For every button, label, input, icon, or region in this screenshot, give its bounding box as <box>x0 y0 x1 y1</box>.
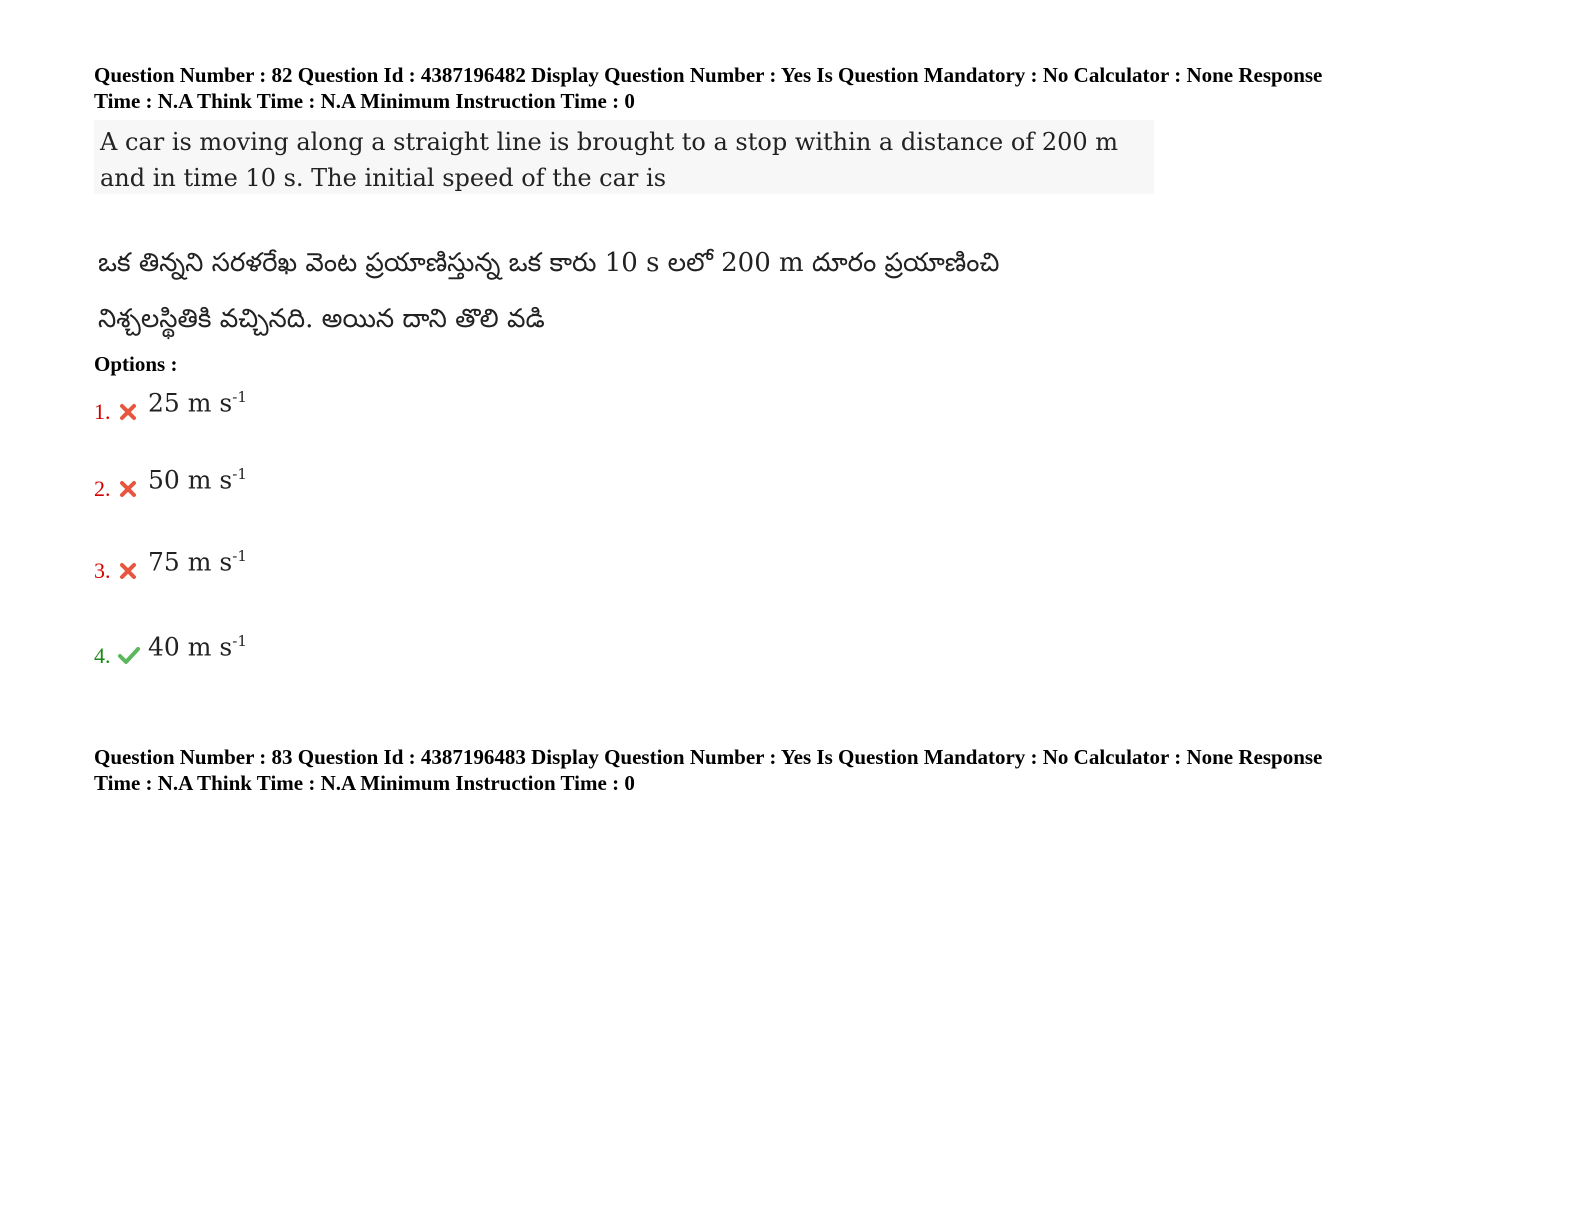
question-82-header: Question Number : 82 Question Id : 43871… <box>94 62 1514 114</box>
option-number: 2. <box>94 476 111 501</box>
check-icon <box>118 647 140 664</box>
option-value: 75 m s-1 <box>148 541 247 577</box>
options-label: Options : <box>94 352 178 376</box>
option-value: 50 m s-1 <box>148 459 247 495</box>
option-value-exponent: -1 <box>232 464 247 483</box>
option-value-exponent: -1 <box>232 546 247 565</box>
option-number: 4. <box>94 643 111 668</box>
option-value-exponent: -1 <box>232 631 247 650</box>
option-4[interactable]: 4. 40 m s-1 <box>94 628 247 668</box>
question-82-text-english: A car is moving along a straight line is… <box>94 120 1154 194</box>
question-83-header: Question Number : 83 Question Id : 43871… <box>94 744 1514 796</box>
question-82-text-telugu: ఒక తిన్నని సరళరేఖ వెంట ప్రయాణిస్తున్న ఒక… <box>94 235 1154 347</box>
cross-icon <box>120 563 136 579</box>
option-number: 3. <box>94 558 111 583</box>
question-83-header-line2: Time : N.A Think Time : N.A Minimum Inst… <box>94 771 635 795</box>
option-3[interactable]: 3. 75 m s-1 <box>94 543 247 583</box>
option-number: 1. <box>94 399 111 424</box>
cross-icon <box>120 481 136 497</box>
question-83-header-line1: Question Number : 83 Question Id : 43871… <box>94 745 1323 769</box>
question-82-header-line1: Question Number : 82 Question Id : 43871… <box>94 63 1323 87</box>
question-82-text-telugu-line2: నిశ్చలస్థితికి వచ్చినది. అయిన దాని తొలి … <box>98 304 545 334</box>
question-82-text-english-line1: A car is moving along a straight line is… <box>100 128 1119 156</box>
option-value-text: 25 m s <box>148 388 233 417</box>
option-value-text: 75 m s <box>148 547 233 576</box>
question-82-text-english-line2: and in time 10 s. The initial speed of t… <box>100 164 667 192</box>
option-2[interactable]: 2. 50 m s-1 <box>94 461 247 501</box>
option-value-exponent: -1 <box>232 387 247 406</box>
option-value-text: 50 m s <box>148 465 233 494</box>
question-82-text-telugu-line1: ఒక తిన్నని సరళరేఖ వెంట ప్రయాణిస్తున్న ఒక… <box>98 248 1000 278</box>
option-value-text: 40 m s <box>148 632 233 661</box>
cross-icon <box>120 404 136 420</box>
option-1[interactable]: 1. 25 m s-1 <box>94 384 247 424</box>
option-value: 40 m s-1 <box>148 626 247 662</box>
question-82-header-line2: Time : N.A Think Time : N.A Minimum Inst… <box>94 89 635 113</box>
option-value: 25 m s-1 <box>148 382 247 418</box>
